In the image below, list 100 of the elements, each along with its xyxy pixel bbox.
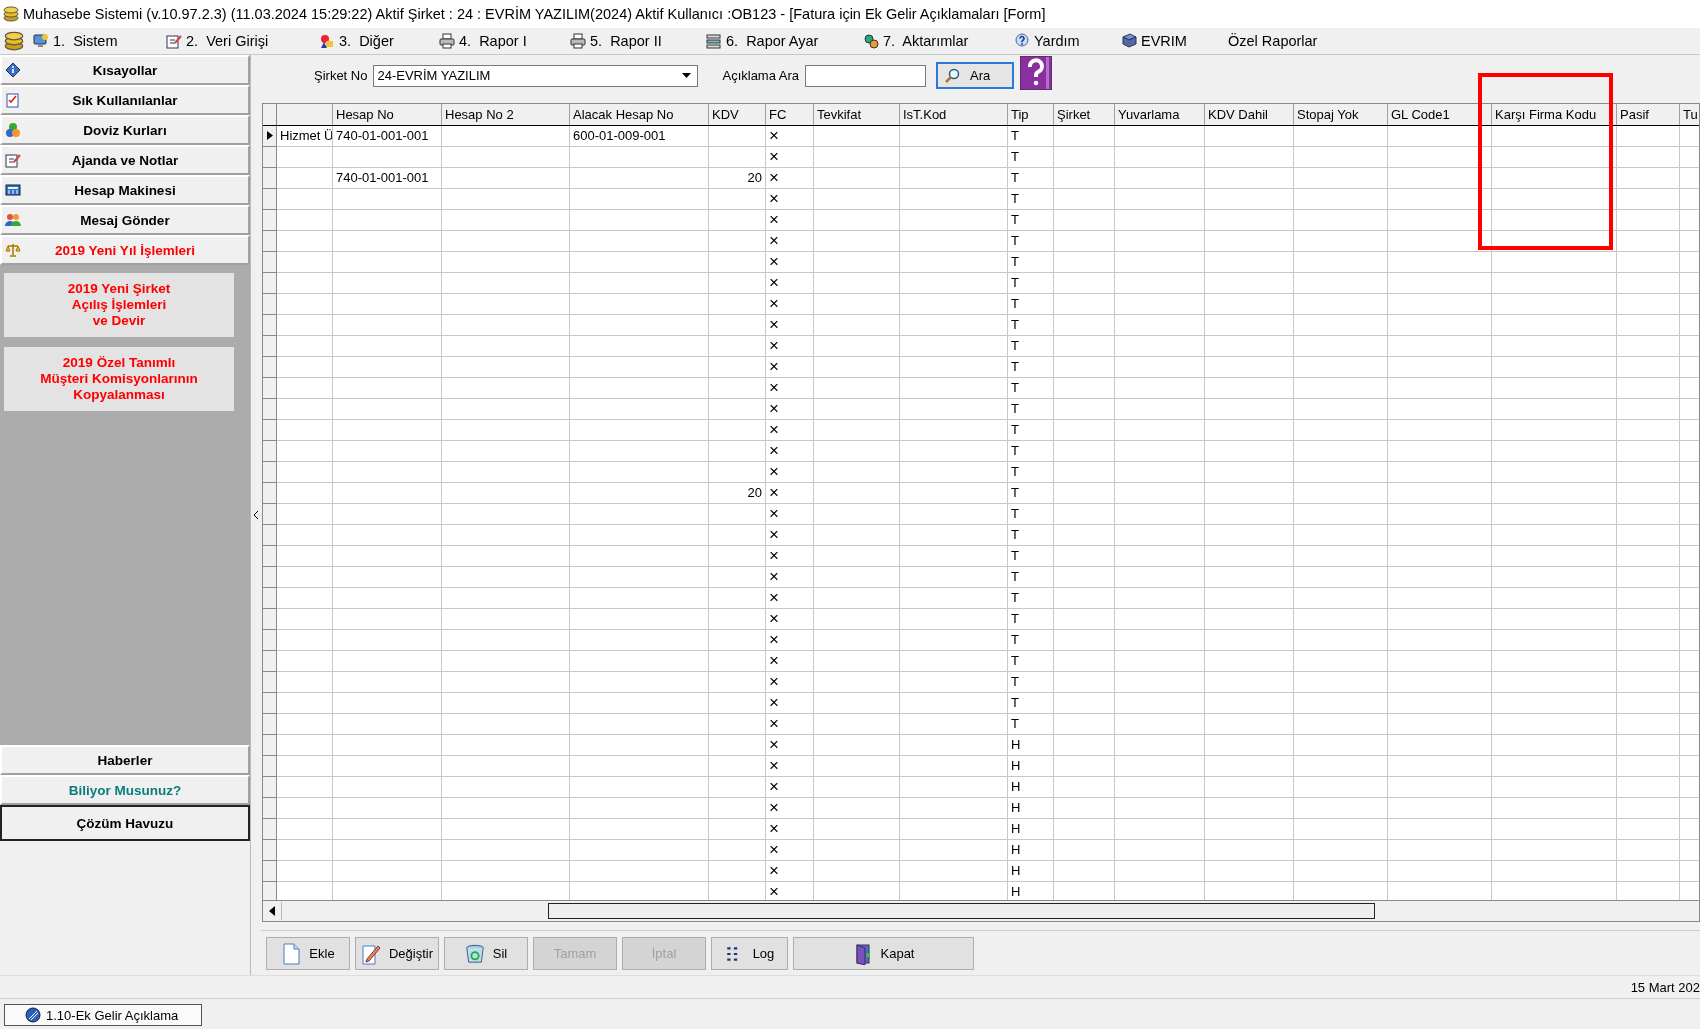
two-people-icon [5, 212, 21, 228]
row-indicator[interactable] [263, 125, 277, 147]
table-cell: × [766, 839, 814, 861]
table-cell: × [766, 797, 814, 819]
table-cell: × [766, 755, 814, 777]
action-button[interactable]: Kapat [793, 937, 974, 971]
table-cell: H [1008, 755, 1054, 777]
horizontal-scrollbar[interactable] [262, 900, 1700, 923]
table-cell: × [766, 650, 814, 672]
search-label: Açıklama Ara [722, 68, 800, 84]
sidebar-item[interactable]: Çözüm Havuzu [0, 805, 250, 841]
column-header[interactable]: GL Code1 [1388, 103, 1492, 125]
column-header[interactable]: FC [766, 103, 814, 125]
column-header[interactable]: Tip [1008, 103, 1054, 125]
menu-item[interactable]: 1. Sistem [29, 31, 162, 51]
menu-item[interactable]: 5. Rapor II [566, 31, 702, 51]
sidebar-item[interactable]: Hesap Makinesi [0, 175, 250, 205]
colored-shapes-icon [319, 33, 335, 49]
table-cell: H [1008, 839, 1054, 861]
action-button[interactable]: Sil [444, 937, 528, 971]
action-button[interactable]: Ekle [266, 937, 350, 971]
notepad-pencil-icon [166, 33, 182, 49]
status-date: 15 Mart 202 [1630, 979, 1700, 995]
coins-icon [5, 122, 21, 138]
column-header[interactable]: Karşı Firma Kodu [1492, 103, 1617, 125]
dropdown-caret-icon [682, 73, 692, 79]
column-header[interactable]: Hesap No [333, 103, 442, 125]
company-label: Şirket No [314, 68, 368, 84]
table-cell: 20 [709, 167, 766, 189]
column-header[interactable]: KDV Dahil [1205, 103, 1294, 125]
menu-item[interactable]: 2. Veri Girişi [162, 31, 315, 51]
table-cell: T [1008, 251, 1054, 273]
column-header[interactable]: Pasif [1617, 103, 1680, 125]
window-title: Muhasebe Sistemi (v.10.97.2.3) (11.03.2024 15:29:22) Aktif Şirket : 24 : EVRİM YAZILIM(2024) Aktif Kullanıcı :OB123 - [Fatura için Ek Gelir Açıklamaları [Form] [23, 6, 1046, 22]
column-header[interactable]: Tevkifat [814, 103, 900, 125]
column-header[interactable]: Yuvarlama [1115, 103, 1205, 125]
sidebar-item[interactable]: 2019 Yeni Yıl İşlemleri [0, 235, 250, 265]
table-cell: T [1008, 461, 1054, 483]
coins-icon[interactable] [3, 31, 25, 51]
table-cell: 740-01-001-001 [333, 167, 442, 189]
globe-icon [25, 1007, 41, 1023]
action-button[interactable]: Değiştir [355, 937, 439, 971]
table-cell: × [766, 734, 814, 756]
menu-item[interactable]: 6. Rapor Ayar [702, 31, 859, 51]
table-cell: × [766, 566, 814, 588]
column-header[interactable]: Hesap No 2 [442, 103, 570, 125]
menu-item[interactable]: 3. Diğer [315, 31, 435, 51]
table-cell: T [1008, 545, 1054, 567]
table-cell: × [766, 398, 814, 420]
column-header[interactable]: IsT.Kod [900, 103, 1008, 125]
table-cell: H [1008, 734, 1054, 756]
sidebar-item[interactable]: Mesaj Gönder [0, 205, 250, 235]
sidebar-item[interactable]: Sık Kullanılanlar [0, 85, 250, 115]
action-button[interactable]: Log [711, 937, 788, 971]
column-header[interactable]: Alacak Hesap No [570, 103, 709, 125]
window-tab[interactable]: 1.10-Ek Gelir Açıklama [4, 1004, 202, 1026]
table-cell: T [1008, 713, 1054, 735]
document-icon [281, 942, 302, 965]
menu-item[interactable]: Özel Raporlar [1224, 31, 1374, 51]
sidebar-item[interactable]: Haberler [0, 745, 250, 775]
table-cell: T [1008, 524, 1054, 546]
table-cell: T [1008, 209, 1054, 231]
table-cell: H [1008, 797, 1054, 819]
printer-icon [570, 33, 586, 49]
table-cell: × [766, 167, 814, 189]
scroll-left-icon[interactable] [269, 906, 275, 917]
column-header[interactable]: KDV [709, 103, 766, 125]
table-cell: 20 [709, 482, 766, 504]
search-field[interactable] [805, 64, 927, 87]
scroll-thumb[interactable] [548, 903, 1375, 920]
table-cell: × [766, 377, 814, 399]
table-cell: T [1008, 293, 1054, 315]
sidebar-item[interactable]: Kısayollar [0, 55, 250, 85]
help-icon[interactable] [1020, 55, 1053, 90]
table-cell: × [766, 272, 814, 294]
monitor-icon [33, 33, 49, 49]
menu-item[interactable]: 7. Aktarımlar [859, 31, 1010, 51]
column-header[interactable]: Şirket [1054, 103, 1115, 125]
info-icon [5, 62, 21, 78]
company-dropdown[interactable]: 24-EVRİM YAZILIM [373, 64, 699, 87]
table-cell: T [1008, 650, 1054, 672]
table-cell: × [766, 230, 814, 252]
menu-item[interactable]: EVRIM [1117, 31, 1224, 51]
sidebar-item[interactable]: Doviz Kurları [0, 115, 250, 145]
search-button[interactable]: Ara [936, 62, 1015, 90]
column-header[interactable]: Tu [1680, 103, 1699, 125]
menu-item[interactable]: Yardım [1010, 31, 1117, 51]
table-cell: T [1008, 272, 1054, 294]
menu-item[interactable]: 4. Rapor I [435, 31, 566, 51]
sidebar-item[interactable]: Ajanda ve Notlar [0, 145, 250, 175]
table-cell: × [766, 524, 814, 546]
calculator-icon [5, 182, 21, 198]
table-cell: H [1008, 860, 1054, 882]
table-cell: T [1008, 146, 1054, 168]
table-cell: × [766, 671, 814, 693]
coins-icon [3, 6, 19, 22]
table-cell: T [1008, 377, 1054, 399]
table-cell: T [1008, 566, 1054, 588]
sidebar-item[interactable]: Biliyor Musunuz? [0, 775, 250, 805]
column-header[interactable]: Stopaj Yok [1294, 103, 1388, 125]
